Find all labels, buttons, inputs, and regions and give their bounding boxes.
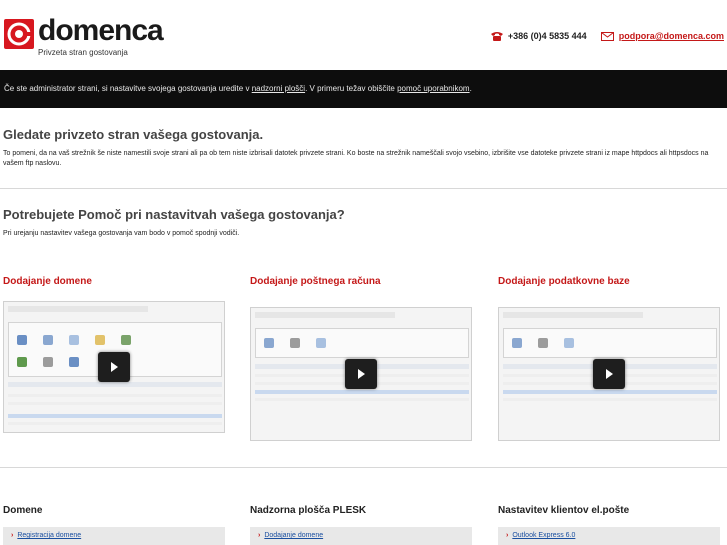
help-heading: Potrebujete Pomoč pri nastavitvah vašega…: [3, 207, 345, 222]
mock-header: [503, 312, 643, 318]
control-panel-link[interactable]: nadzorni plošči: [252, 84, 305, 93]
mock-icon: [95, 335, 105, 345]
domains-link-item: › Registracija domene: [3, 527, 225, 545]
outlook-express-link[interactable]: Outlook Express 6.0: [512, 532, 575, 539]
mock-icon: [264, 338, 274, 348]
video-add-domain[interactable]: [3, 301, 225, 433]
video-add-mailbox[interactable]: [250, 307, 472, 441]
default-page-text: To pomeni, da na vaš strežnik še niste n…: [3, 150, 709, 167]
add-domain-link[interactable]: Dodajanje domene: [264, 532, 323, 539]
video-add-database[interactable]: [498, 307, 720, 441]
support-email-link[interactable]: podpora@domenca.com: [619, 31, 724, 41]
mock-icon: [43, 357, 53, 367]
mock-row-highlight: [8, 414, 222, 418]
notice-text-after: .: [469, 84, 472, 93]
plesk-link-item: › Dodajanje domene: [250, 527, 472, 545]
mock-icon: [69, 357, 79, 367]
chevron-right-icon: ›: [11, 532, 14, 539]
divider: [0, 467, 727, 468]
video-title-add-database: Dodajanje podatkovne baze: [498, 276, 630, 287]
user-help-link[interactable]: pomoč uporabnikom: [397, 84, 469, 93]
mock-row: [255, 398, 469, 401]
mock-icon: [564, 338, 574, 348]
mock-panel: [255, 328, 469, 358]
notice-text-middle: . V primeru težav obiščite: [305, 84, 398, 93]
mock-icon: [17, 357, 27, 367]
register-domain-link[interactable]: Registracija domene: [17, 532, 81, 539]
mock-row-highlight: [503, 390, 717, 394]
mock-icon: [69, 335, 79, 345]
admin-notice-bar: Če ste administrator strani, si nastavit…: [0, 70, 727, 108]
mock-icon: [538, 338, 548, 348]
default-page-heading: Gledate privzeto stran vašega gostovanja…: [3, 127, 264, 142]
plesk-heading: Nadzorna plošča PLESK: [250, 505, 367, 516]
chevron-right-icon: ›: [258, 532, 261, 539]
mock-header: [255, 312, 395, 318]
mock-header: [8, 306, 148, 312]
mock-icon: [43, 335, 53, 345]
email-clients-heading: Nastavitev klientov el.pošte: [498, 505, 630, 516]
mock-icon: [17, 335, 27, 345]
mock-icon: [121, 335, 131, 345]
mock-row: [503, 398, 717, 401]
mock-bar: [8, 382, 222, 387]
tagline: Privzeta stran gostovanja: [38, 48, 128, 57]
play-button-icon[interactable]: [98, 352, 130, 382]
mock-panel: [503, 328, 717, 358]
mock-icon: [512, 338, 522, 348]
mock-row: [8, 394, 222, 397]
email-client-link-item: › Outlook Express 6.0: [498, 527, 720, 545]
mock-row-highlight: [255, 390, 469, 394]
play-button-icon[interactable]: [345, 359, 377, 389]
help-text: Pri urejanju nastavitev vašega gostovanj…: [3, 230, 240, 237]
site-header: domenca Privzeta stran gostovanja +386 (…: [0, 0, 727, 70]
domenca-logo-icon[interactable]: [4, 19, 34, 49]
domains-heading: Domene: [3, 505, 43, 516]
brand-name[interactable]: domenca: [38, 14, 164, 48]
phone-icon: [490, 31, 504, 41]
notice-text-before: Če ste administrator strani, si nastavit…: [4, 84, 252, 93]
chevron-right-icon: ›: [506, 532, 509, 539]
phone-number: +386 (0)4 5835 444: [507, 31, 587, 41]
video-title-add-domain: Dodajanje domene: [3, 276, 92, 287]
mock-icon: [290, 338, 300, 348]
video-title-add-mailbox: Dodajanje poštnega računa: [250, 276, 381, 287]
mock-icon: [316, 338, 326, 348]
play-button-icon[interactable]: [593, 359, 625, 389]
mock-row: [8, 422, 222, 425]
mail-icon: [600, 31, 614, 41]
contact-info: +386 (0)4 5835 444 podpora@domenca.com: [490, 31, 724, 41]
mock-row: [8, 402, 222, 405]
divider: [0, 188, 727, 189]
